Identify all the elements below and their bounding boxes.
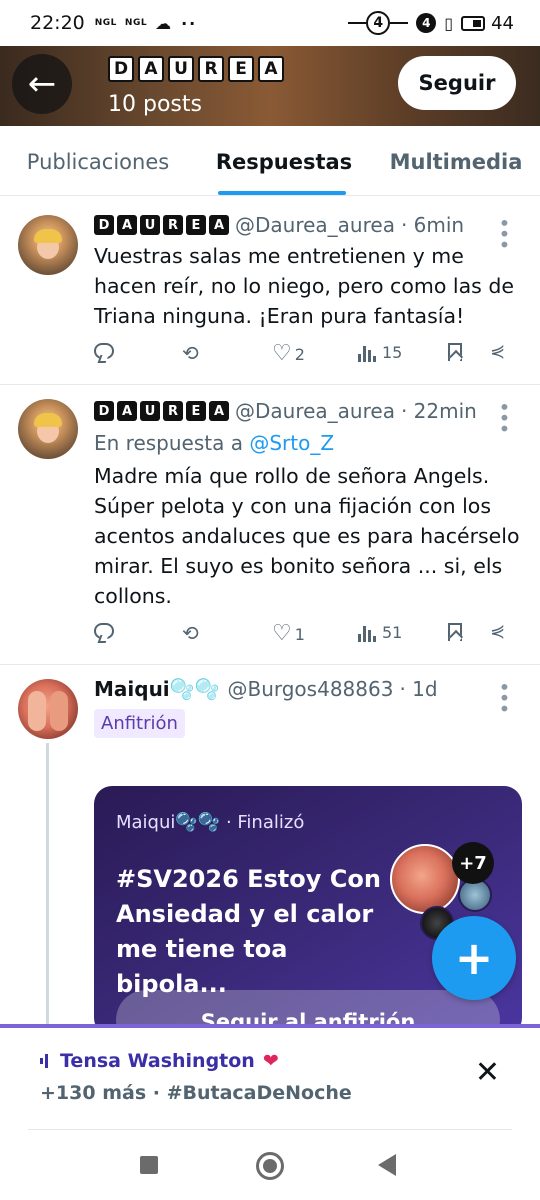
avatar[interactable]: [18, 399, 78, 459]
reply-icon: [94, 623, 114, 639]
reply-prefix: En respuesta a: [94, 431, 243, 455]
notification-tag: NGL: [94, 18, 117, 28]
space-title: #SV2026 Estoy Con Ansiedad y el calor me…: [116, 865, 381, 998]
repost-icon: ⟲: [182, 341, 199, 365]
reply-context: En respuesta a @Srto_Z: [94, 431, 334, 455]
active-tab-indicator: [218, 191, 346, 195]
recents-icon[interactable]: [140, 1156, 158, 1174]
thread-line: [46, 743, 49, 1025]
status-time: 22:20: [30, 12, 85, 34]
author-name[interactable]: Maiqui🫧🫧: [94, 677, 219, 701]
views-icon: [358, 344, 376, 362]
arrow-left-icon[interactable]: ←: [12, 54, 72, 114]
reply-to-link[interactable]: @Srto_Z: [249, 431, 334, 455]
home-icon[interactable]: [256, 1152, 284, 1180]
reply-button[interactable]: [94, 343, 114, 359]
live-host-row: Tensa Washington ❤: [40, 1050, 279, 1072]
cloud-icon: ☁: [155, 13, 172, 33]
repost-icon: ⟲: [182, 621, 199, 645]
tab-label: Respuestas: [215, 150, 353, 174]
views-button[interactable]: 51: [358, 623, 402, 642]
author-handle[interactable]: @Burgos488863: [227, 677, 393, 701]
tweet-time: · 22min: [400, 399, 477, 423]
battery-level: 44: [491, 12, 514, 34]
more-options-icon[interactable]: •••: [492, 401, 516, 433]
space-card[interactable]: Maiqui🫧🫧 · Finalizó #SV2026 Estoy Con An…: [94, 786, 522, 1036]
share-button[interactable]: ⋞: [490, 343, 505, 361]
notification-tag: NGL: [124, 18, 148, 28]
follow-button[interactable]: Seguir: [398, 56, 516, 110]
author-name[interactable]: DAUREA: [94, 215, 229, 235]
tweet-time: · 6min: [400, 213, 465, 237]
close-icon[interactable]: ✕: [475, 1058, 500, 1088]
bookmark-button[interactable]: [448, 343, 462, 361]
tab-respuestas[interactable]: Respuestas: [196, 126, 372, 195]
bookmark-icon: [448, 343, 462, 361]
tweet-actions: ⟲ ♡ 1 51 ⋞: [94, 623, 522, 653]
tweet[interactable]: DAUREA @Daurea_aurea · 6min ••• Vuestras…: [0, 197, 540, 385]
reply-button[interactable]: [94, 623, 114, 639]
like-button[interactable]: ♡ 2: [272, 343, 305, 365]
bookmark-icon: [448, 623, 462, 641]
status-bar: 22:20 NGL NGL ☁ ·· 4 4 ▯ 44: [0, 0, 540, 46]
author-name[interactable]: DAUREA: [94, 401, 229, 421]
repost-button[interactable]: ⟲: [182, 623, 199, 643]
posts-count: 10 posts: [108, 92, 202, 117]
repost-button[interactable]: ⟲: [182, 343, 199, 363]
listener-count-badge: +7: [452, 842, 494, 884]
reply-icon: [94, 343, 114, 359]
author-handle[interactable]: @Daurea_aurea: [235, 399, 395, 423]
network-icon: 4: [348, 11, 409, 35]
avatar[interactable]: [18, 679, 78, 739]
author-handle[interactable]: @Daurea_aurea: [235, 213, 395, 237]
host-avatar: [390, 844, 460, 914]
tweet-text: Madre mía que rollo de señora Angels. Sú…: [94, 464, 520, 608]
view-count: 51: [382, 623, 403, 642]
divider: [28, 1129, 512, 1130]
bookmark-button[interactable]: [448, 623, 462, 641]
profile-tabs: Publicaciones Respuestas Multimedia: [0, 126, 540, 196]
audio-equalizer-icon: [40, 1054, 48, 1068]
heart-fire-icon: ❤: [262, 1050, 279, 1072]
tab-multimedia[interactable]: Multimedia: [372, 126, 540, 195]
tweet-text: Vuestras salas me entretienen y me hacen…: [94, 244, 514, 328]
vibrate-icon: ▯: [444, 13, 454, 33]
like-count: 1: [294, 624, 305, 644]
like-count: 2: [294, 344, 305, 364]
system-nav-bar: [0, 1134, 540, 1200]
live-more-text: +130 más · #ButacaDeNoche: [40, 1082, 352, 1104]
space-meta: Maiqui🫧🫧 · Finalizó: [116, 812, 305, 833]
more-options-icon[interactable]: •••: [492, 681, 516, 713]
profile-name: D A U R E A: [108, 56, 284, 82]
share-icon: ⋞: [490, 341, 506, 362]
profile-header: ← D A U R E A 10 posts Seguir: [0, 46, 540, 126]
heart-icon: ♡: [272, 341, 292, 366]
back-icon[interactable]: [378, 1154, 396, 1176]
tweet-header: DAUREA @Daurea_aurea · 6min: [94, 213, 464, 237]
tweet-time: · 1d: [399, 677, 438, 701]
tweet-header: Maiqui🫧🫧 @Burgos488863 · 1d: [94, 677, 438, 701]
views-icon: [358, 624, 376, 642]
tweet[interactable]: DAUREA @Daurea_aurea · 22min ••• En resp…: [0, 385, 540, 665]
compose-plus-icon[interactable]: +: [432, 916, 516, 1000]
heart-icon: ♡: [272, 621, 292, 646]
share-button[interactable]: ⋞: [490, 623, 505, 641]
view-count: 15: [382, 343, 403, 362]
battery-icon: [461, 15, 486, 31]
tweet-header: DAUREA @Daurea_aurea · 22min: [94, 399, 477, 423]
views-button[interactable]: 15: [358, 343, 402, 362]
host-badge: Anfitrión: [94, 709, 185, 738]
like-button[interactable]: ♡ 1: [272, 623, 305, 645]
more-notifications-icon: ··: [181, 13, 198, 33]
live-space-bar[interactable]: Tensa Washington ❤ +130 más · #ButacaDeN…: [0, 1024, 540, 1134]
avatar[interactable]: [18, 215, 78, 275]
signal-badge-icon: 4: [416, 13, 437, 33]
tab-publicaciones[interactable]: Publicaciones: [0, 126, 196, 195]
share-icon: ⋞: [490, 621, 506, 642]
tweet-actions: ⟲ ♡ 2 15 ⋞: [94, 343, 522, 373]
live-host-name: Tensa Washington: [60, 1050, 255, 1072]
